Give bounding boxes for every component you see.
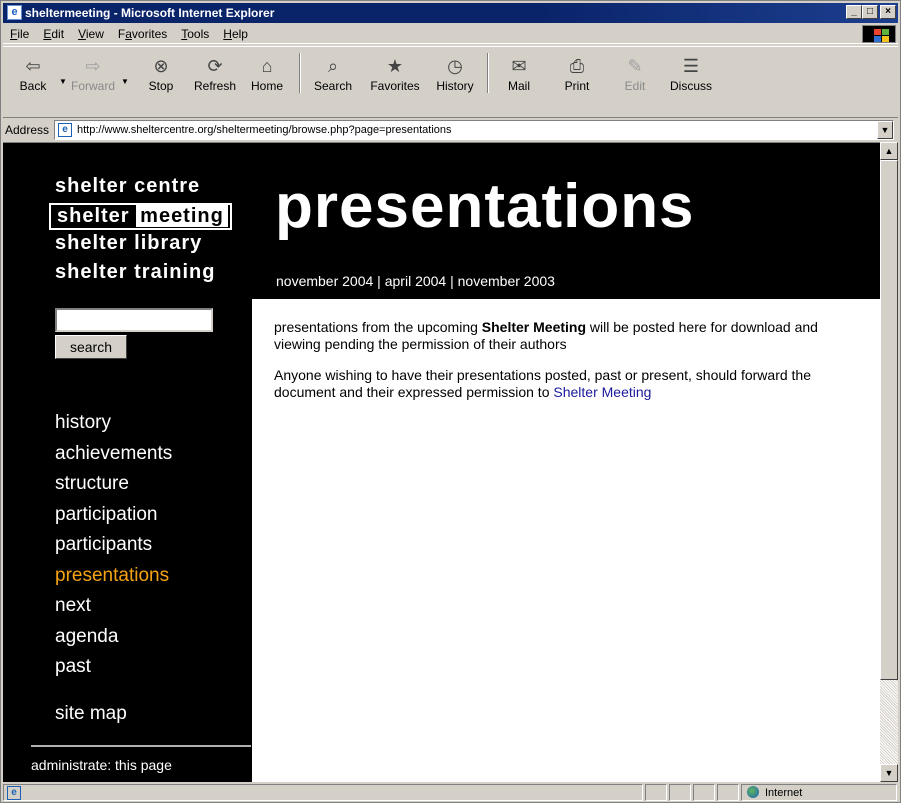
- nav-structure[interactable]: structure: [55, 469, 172, 500]
- nav-past[interactable]: past: [55, 652, 172, 683]
- scroll-up-icon[interactable]: ▲: [880, 142, 898, 160]
- search-button[interactable]: search: [55, 335, 127, 359]
- refresh-button[interactable]: ⟳ Refresh: [189, 49, 241, 93]
- mail-button[interactable]: ✉ Mail: [493, 49, 545, 93]
- contact-paragraph: Anyone wishing to have their presentatio…: [274, 367, 811, 400]
- address-dropdown-icon[interactable]: ▼: [877, 121, 893, 139]
- date-links: november 2004 | april 2004 | november 20…: [276, 273, 555, 289]
- date-link-april-2004[interactable]: april 2004: [385, 273, 447, 289]
- browser-window: e sheltermeeting - Microsoft Internet Ex…: [0, 0, 901, 803]
- status-pane: [645, 784, 667, 801]
- minimize-button[interactable]: _: [846, 5, 862, 19]
- forward-arrow-icon: ⇨: [85, 56, 101, 76]
- print-icon: ⎙: [569, 56, 585, 76]
- menu-file[interactable]: File: [3, 24, 36, 43]
- menu-view[interactable]: View: [71, 24, 111, 43]
- menu-edit[interactable]: Edit: [36, 24, 71, 43]
- windows-logo-icon: [862, 25, 896, 43]
- toolbar-separator: [487, 53, 489, 93]
- window-controls: _ □ ×: [846, 5, 896, 19]
- nav-next[interactable]: next: [55, 591, 172, 622]
- status-pane: [693, 784, 715, 801]
- back-arrow-icon: ⇦: [25, 56, 41, 76]
- stop-button[interactable]: ⊗ Stop: [135, 49, 187, 93]
- nav-divider: [31, 745, 251, 747]
- menu-favorites[interactable]: Favorites: [111, 24, 174, 43]
- edit-button[interactable]: ✎ Edit: [609, 49, 661, 93]
- close-button[interactable]: ×: [880, 5, 896, 19]
- toolbar: ⇦ Back ▼ ⇨ Forward ▼ ⊗ Stop ⟳ Refresh ⌂ Home …: [3, 46, 898, 118]
- nav-history[interactable]: history: [55, 408, 172, 439]
- mail-icon: ✉: [511, 56, 527, 76]
- ie-icon: e: [7, 5, 22, 20]
- shelter-meeting-link[interactable]: Shelter Meeting: [553, 384, 651, 400]
- nav-participation[interactable]: participation: [55, 500, 172, 531]
- toolbar-separator: [299, 53, 301, 93]
- menu-bar: File Edit View Favorites Tools Help: [3, 24, 898, 44]
- intro-paragraph: presentations from the upcoming Shelter …: [274, 319, 818, 352]
- date-link-november-2004[interactable]: november 2004: [276, 273, 373, 289]
- scroll-down-icon[interactable]: ▼: [880, 764, 898, 782]
- site-map-link[interactable]: site map: [55, 703, 127, 725]
- edit-icon: ✎: [627, 56, 643, 76]
- forward-dropdown-icon[interactable]: ▼: [121, 77, 129, 86]
- address-label: Address: [5, 123, 50, 137]
- stop-icon: ⊗: [153, 56, 169, 76]
- date-link-november-2003[interactable]: november 2003: [458, 273, 555, 289]
- administrate-link[interactable]: administrate: this page: [31, 757, 172, 773]
- vertical-scrollbar[interactable]: ▲ ▼: [880, 142, 898, 782]
- status-pane: [669, 784, 691, 801]
- page-title: presentations: [275, 172, 695, 241]
- favorites-button[interactable]: ★ Favorites: [365, 49, 425, 93]
- print-button[interactable]: ⎙ Print: [551, 49, 603, 93]
- page-icon: e: [58, 123, 72, 137]
- scroll-thumb[interactable]: [880, 160, 898, 680]
- address-input[interactable]: e http://www.sheltercentre.org/shelterme…: [54, 120, 894, 140]
- internet-globe-icon: [747, 786, 759, 798]
- menu-help[interactable]: Help: [216, 24, 255, 43]
- status-bar: e Internet: [3, 783, 898, 802]
- address-url: http://www.sheltercentre.org/sheltermeet…: [77, 124, 452, 136]
- favorites-icon: ★: [386, 56, 404, 76]
- window-title: sheltermeeting - Microsoft Internet Expl…: [25, 6, 275, 20]
- search-input[interactable]: [55, 308, 213, 332]
- discuss-button[interactable]: ☰ Discuss: [665, 49, 717, 93]
- refresh-icon: ⟳: [207, 56, 223, 76]
- forward-button[interactable]: ⇨ Forward: [67, 49, 119, 93]
- status-pane: [717, 784, 739, 801]
- nav-links: history achievements structure participa…: [55, 408, 172, 683]
- home-icon: ⌂: [261, 56, 273, 76]
- discuss-icon: ☰: [682, 56, 700, 76]
- home-button[interactable]: ⌂ Home: [241, 49, 293, 93]
- brand-shelter-library[interactable]: shelter library: [55, 232, 202, 255]
- content-panel: presentations from the upcoming Shelter …: [252, 299, 880, 782]
- back-dropdown-icon[interactable]: ▼: [59, 77, 67, 86]
- status-message: e: [3, 784, 643, 801]
- history-icon: ◷: [447, 56, 463, 76]
- nav-participants[interactable]: participants: [55, 530, 172, 561]
- search-toolbar-button[interactable]: ⌕ Search: [307, 49, 359, 93]
- nav-agenda[interactable]: agenda: [55, 622, 172, 653]
- back-button[interactable]: ⇦ Back: [7, 49, 59, 93]
- nav-presentations[interactable]: presentations: [55, 561, 172, 592]
- zone-pane: Internet: [741, 784, 897, 801]
- title-bar: e sheltermeeting - Microsoft Internet Ex…: [3, 3, 898, 23]
- page-status-icon: e: [7, 786, 21, 800]
- search-icon: ⌕: [327, 56, 339, 76]
- brand-shelter-meeting[interactable]: shelter meeting: [49, 203, 232, 230]
- page-viewport: shelter centre shelter meeting shelter l…: [3, 142, 880, 782]
- brand-shelter-training[interactable]: shelter training: [55, 261, 215, 284]
- menu-tools[interactable]: Tools: [174, 24, 216, 43]
- maximize-button[interactable]: □: [862, 5, 878, 19]
- address-bar: Address e http://www.sheltercentre.org/s…: [3, 119, 898, 141]
- left-navigation: shelter centre shelter meeting shelter l…: [3, 143, 252, 782]
- nav-achievements[interactable]: achievements: [55, 439, 172, 470]
- brand-shelter-centre[interactable]: shelter centre: [55, 175, 200, 198]
- history-button[interactable]: ◷ History: [429, 49, 481, 93]
